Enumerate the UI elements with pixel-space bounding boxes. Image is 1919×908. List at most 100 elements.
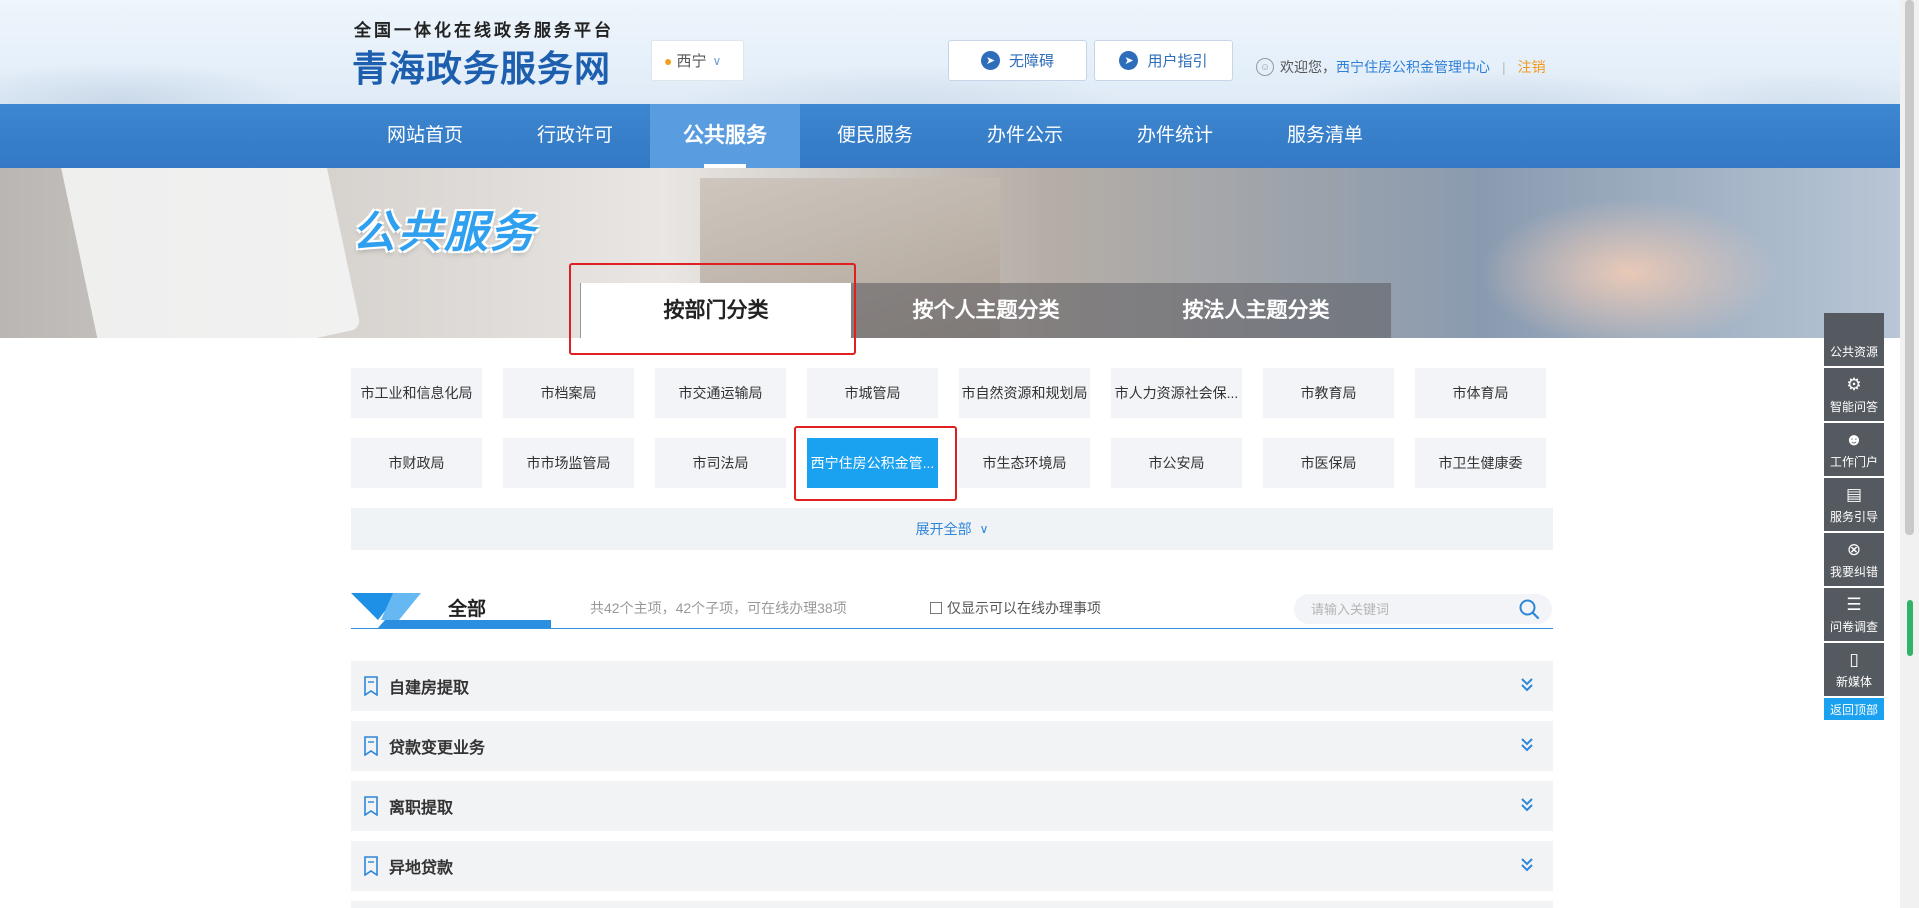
checkbox-label: 仅显示可以在线办理事项 (947, 600, 1101, 616)
service-item-row[interactable]: 贷款变更业务 (351, 721, 1553, 771)
dept-item[interactable]: 市医保局 (1263, 438, 1394, 488)
float-item-label: 我要纠错 (1829, 565, 1878, 579)
double-chevron-down-icon[interactable] (1519, 856, 1535, 874)
nav-item-admin-license[interactable]: 行政许可 (500, 104, 650, 168)
dept-item[interactable]: 市教育局 (1263, 368, 1394, 418)
dept-item[interactable]: 市自然资源和规划局 (959, 368, 1090, 418)
dept-item[interactable]: 市财政局 (351, 438, 482, 488)
nav-item-public-service[interactable]: 公共服务 (650, 104, 800, 168)
scrollbar-thumb[interactable] (1905, 0, 1914, 535)
dept-item[interactable]: 市档案局 (503, 368, 634, 418)
nav-item-case-statistics[interactable]: 办件统计 (1100, 104, 1250, 168)
person-icon: ☻ (1845, 430, 1863, 449)
float-item-service-guide[interactable]: ▤ 服务引导 (1824, 478, 1884, 531)
city-name: 西宁 (676, 53, 707, 70)
float-item-new-media[interactable]: ▯ 新媒体 (1824, 643, 1884, 696)
site-header: 全国一体化在线政务服务平台 青海政务服务网 ● 西宁 ∨ ➤ 无障碍 ➤ 用户指… (0, 0, 1900, 104)
float-item-label: 工作门户 (1829, 455, 1878, 469)
document-icon (364, 796, 378, 816)
accessibility-button[interactable]: ➤ 无障碍 (948, 40, 1087, 81)
accessibility-label: 无障碍 (1008, 53, 1054, 70)
chevron-down-icon: ∨ (979, 522, 989, 536)
service-item-row[interactable]: 离职提取 (351, 781, 1553, 831)
search-icon[interactable] (1518, 598, 1540, 620)
dept-item-selected[interactable]: 西宁住房公积金管... (807, 438, 938, 488)
expand-all-label: 展开全部 (915, 521, 972, 537)
dept-item[interactable]: 市市场监管局 (503, 438, 634, 488)
tab-by-department[interactable]: 按部门分类 (581, 283, 851, 338)
section-title: 全部 (448, 599, 487, 620)
double-chevron-down-icon[interactable] (1519, 676, 1535, 694)
nav-item-home[interactable]: 网站首页 (350, 104, 500, 168)
robot-icon: ⚙ (1846, 375, 1862, 394)
checkbox-box[interactable] (930, 602, 942, 614)
user-icon: ☺ (1256, 58, 1274, 76)
nav-item-service-list[interactable]: 服务清单 (1250, 104, 1400, 168)
nav-item-case-publicity[interactable]: 办件公示 (950, 104, 1100, 168)
city-selector[interactable]: ● 西宁 ∨ (651, 40, 744, 81)
compass-icon: ➤ (980, 51, 1000, 70)
chevron-down-icon: ∨ (712, 53, 722, 68)
service-item-label: 异地贷款 (389, 860, 454, 877)
right-float-toolbar: 公共资源 ⚙ 智能问答 ☻ 工作门户 ▤ 服务引导 ⊗ 我要纠错 ☰ 问卷调查 … (1824, 313, 1884, 720)
user-guide-button[interactable]: ➤ 用户指引 (1094, 40, 1233, 81)
service-item-label: 离职提取 (389, 800, 454, 817)
float-item-label: 智能问答 (1829, 400, 1878, 414)
welcome-area: ☺ 欢迎您， 西宁住房公积金管理中心 | 注销 (1256, 57, 1546, 77)
compass-icon: ➤ (1119, 51, 1139, 70)
service-item-row[interactable]: 异地贷款 (351, 841, 1553, 891)
service-item-label: 自建房提取 (389, 680, 470, 697)
welcome-text: 欢迎您， (1280, 59, 1336, 75)
site-logo-title[interactable]: 青海政务服务网 (352, 40, 611, 92)
tab-by-legal-entity-theme[interactable]: 按法人主题分类 (1121, 283, 1391, 338)
banner-decoration (1480, 198, 1780, 338)
dept-item[interactable]: 市生态环境局 (959, 438, 1090, 488)
float-item-survey[interactable]: ☰ 问卷调查 (1824, 588, 1884, 641)
dept-item[interactable]: 市公安局 (1111, 438, 1242, 488)
tab-by-personal-theme[interactable]: 按个人主题分类 (851, 283, 1121, 338)
float-item-label: 公共资源 (1829, 345, 1878, 359)
document-icon (364, 736, 378, 756)
user-name-link[interactable]: 西宁住房公积金管理中心 (1336, 57, 1490, 77)
float-item-label: 问卷调查 (1829, 620, 1878, 634)
item-count-text: 共42个主项，42个子项，可在线办理38项 (590, 600, 847, 616)
user-guide-label: 用户指引 (1147, 53, 1208, 70)
clipboard-icon: ☰ (1846, 595, 1862, 614)
double-chevron-down-icon[interactable] (1519, 796, 1535, 814)
dept-item[interactable]: 市交通运输局 (655, 368, 786, 418)
main-nav: 网站首页 行政许可 公共服务 便民服务 办件公示 办件统计 服务清单 (0, 104, 1900, 168)
float-item-public-resource[interactable]: 公共资源 (1824, 313, 1884, 366)
service-item-row-partial[interactable] (351, 901, 1553, 908)
banner-title: 公共服务 (352, 208, 536, 257)
float-item-error-report[interactable]: ⊗ 我要纠错 (1824, 533, 1884, 586)
scroll-indicator (1907, 600, 1913, 656)
separator: | (1502, 59, 1506, 75)
dept-item[interactable]: 市城管局 (807, 368, 938, 418)
document-icon (364, 856, 378, 876)
service-item-label: 贷款变更业务 (389, 740, 486, 757)
back-to-top-button[interactable]: 返回顶部 (1824, 698, 1884, 720)
platform-subtitle: 全国一体化在线政务服务平台 (354, 21, 614, 40)
search-input[interactable] (1309, 600, 1518, 618)
online-only-checkbox[interactable]: 仅显示可以在线办理事项 (930, 598, 1101, 618)
dept-item[interactable]: 市卫生健康委 (1415, 438, 1546, 488)
float-item-label: 新媒体 (1835, 675, 1872, 689)
float-item-label: 服务引导 (1829, 510, 1878, 524)
page-scrollbar[interactable] (1900, 0, 1919, 908)
dept-item[interactable]: 市司法局 (655, 438, 786, 488)
dept-item[interactable]: 市工业和信息化局 (351, 368, 482, 418)
dept-item[interactable]: 市人力资源社会保... (1111, 368, 1242, 418)
search-box (1294, 594, 1552, 624)
float-item-smart-qa[interactable]: ⚙ 智能问答 (1824, 368, 1884, 421)
book-icon: ▤ (1845, 485, 1863, 504)
float-item-work-portal[interactable]: ☻ 工作门户 (1824, 423, 1884, 476)
location-pin-icon: ● (664, 52, 673, 69)
section-divider (351, 628, 1553, 629)
dept-item[interactable]: 市体育局 (1415, 368, 1546, 418)
document-icon (364, 676, 378, 696)
double-chevron-down-icon[interactable] (1519, 736, 1535, 754)
service-item-row[interactable]: 自建房提取 (351, 661, 1553, 711)
nav-item-convenience[interactable]: 便民服务 (800, 104, 950, 168)
logout-link[interactable]: 注销 (1518, 57, 1546, 77)
expand-all-button[interactable]: 展开全部 ∨ (351, 508, 1553, 550)
